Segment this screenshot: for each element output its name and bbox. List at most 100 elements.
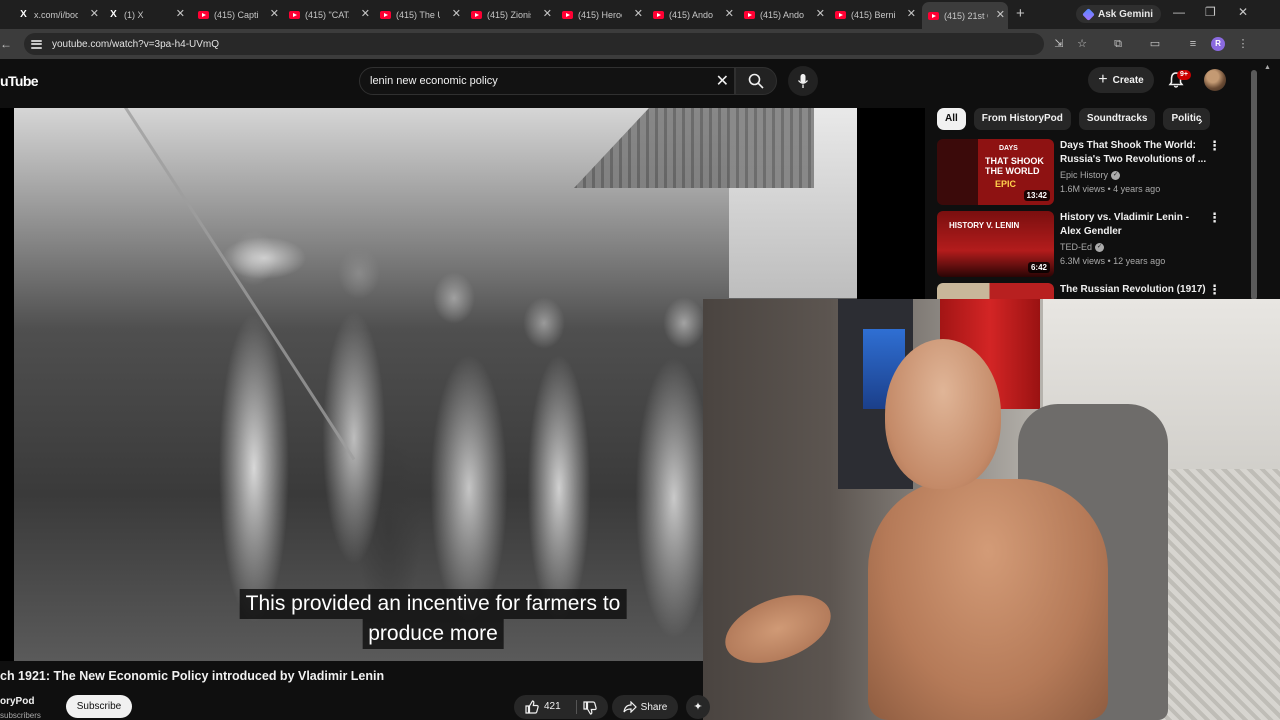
more-options-icon[interactable]: ⋮ [1208, 139, 1221, 153]
recommendation-title[interactable]: Days That Shook The World: Russia's Two … [1060, 139, 1210, 167]
recommendation-item[interactable]: HISTORY V. LENIN 6:42 History vs. Vladim… [937, 211, 1237, 277]
x-icon: X [20, 9, 27, 20]
new-tab-icon[interactable]: + [1016, 5, 1025, 22]
tab-title: (415) Andor [760, 9, 804, 20]
video-thumbnail[interactable]: HISTORY V. LENIN 6:42 [937, 211, 1054, 277]
youtube-icon [198, 9, 209, 20]
browser-tab[interactable]: (415) The U ✕ [380, 4, 464, 25]
thumbs-up-icon[interactable] [524, 699, 540, 715]
video-captions: This provided an incentive for farmers t… [239, 589, 627, 649]
recommendation-title[interactable]: History vs. Vladimir Lenin - Alex Gendle… [1060, 211, 1210, 239]
close-tab-icon[interactable]: ✕ [270, 7, 279, 20]
webcam-person-head [885, 339, 1001, 489]
recommendation-meta: 1.6M views • 4 years ago [1060, 184, 1161, 194]
browser-tab[interactable]: (415) "CATA ✕ [289, 4, 373, 25]
chevron-right-icon[interactable]: › [1198, 112, 1203, 128]
verified-check-icon: ✓ [1111, 170, 1121, 180]
recommendation-item[interactable]: The Russian Revolution (1917) ⋮ [937, 283, 1237, 299]
thumbs-down-icon[interactable] [582, 700, 598, 716]
verified-check-icon: ✓ [1095, 242, 1105, 252]
create-button[interactable]: + Create [1088, 67, 1154, 93]
video-barn-roof [574, 108, 814, 188]
recommendation-item[interactable]: DAYS THAT SHOOK THE WORLD EPIC 13:42 Day… [937, 139, 1237, 205]
site-info-icon[interactable] [31, 39, 42, 49]
restore-icon[interactable]: ❐ [1205, 5, 1216, 19]
video-title: ch 1921: The New Economic Policy introdu… [0, 669, 385, 683]
browser-tab[interactable]: (415) Andor ✕ [653, 4, 737, 25]
close-tab-icon[interactable]: ✕ [90, 7, 99, 20]
tab-title: (415) Captions [214, 9, 258, 20]
more-options-icon[interactable]: ⋮ [1208, 211, 1221, 225]
extensions-icon[interactable]: ⧉ [1111, 37, 1125, 51]
thumbnail-text: THAT SHOOK THE WORLD [985, 156, 1044, 176]
browser-tab[interactable]: (415) Andor ✕ [744, 4, 828, 25]
video-thumbnail[interactable] [937, 283, 1054, 299]
tab-title: (415) Bernie [851, 9, 895, 20]
duration-badge: 13:42 [1023, 190, 1050, 201]
browser-tab-active[interactable]: (415) 21st C ✕ [922, 2, 1008, 29]
recommendation-channel[interactable]: TED-Ed ✓ [1060, 242, 1105, 252]
chip-from-historypod[interactable]: From HistoryPod [973, 108, 1071, 130]
search-input[interactable]: lenin new economic policy ✕ [359, 67, 735, 95]
channel-name[interactable]: oryPod [0, 696, 34, 707]
profile-avatar[interactable]: R [1211, 37, 1225, 51]
close-tab-icon[interactable]: ✕ [725, 7, 734, 20]
scroll-up-icon[interactable]: ▲ [1264, 64, 1271, 71]
close-tab-icon[interactable]: ✕ [907, 7, 916, 20]
account-avatar[interactable] [1204, 69, 1226, 91]
ask-gemini-button[interactable]: Ask Gemini [1076, 5, 1162, 23]
browser-menu-icon[interactable]: ⋮ [1236, 37, 1250, 51]
close-tab-icon[interactable]: ✕ [361, 7, 370, 20]
close-tab-icon[interactable]: ✕ [816, 7, 825, 20]
browser-tab[interactable]: (415) Captions ✕ [198, 4, 282, 25]
more-options-icon[interactable]: ⋮ [1208, 283, 1221, 297]
browser-tab[interactable]: (415) Heroes ✕ [562, 4, 646, 25]
minimize-icon[interactable]: — [1173, 5, 1185, 19]
recommendation-channel[interactable]: Epic History ✓ [1060, 170, 1121, 180]
webcam-person-body [868, 479, 1108, 720]
tab-title: x.com/i/bookmarks [34, 9, 78, 20]
subscribe-button[interactable]: Subscribe [66, 695, 132, 718]
like-divider [576, 700, 577, 714]
sparkle-ask-icon[interactable]: ✦ [686, 695, 710, 719]
media-controls-icon[interactable]: ≡ [1186, 37, 1200, 51]
video-scythe [124, 108, 356, 461]
chip-all[interactable]: All [937, 108, 966, 130]
tab-title: (415) The U [396, 9, 440, 20]
install-icon[interactable]: ⇲ [1052, 37, 1066, 51]
url-text: youtube.com/watch?v=3pa-h4-UVmQ [52, 38, 220, 50]
bookmark-star-icon[interactable]: ☆ [1075, 37, 1089, 51]
chip-soundtracks[interactable]: Soundtracks [1078, 108, 1156, 130]
browser-tab[interactable]: X (1) X ✕ [108, 4, 188, 25]
tab-title: (415) "CATA [305, 9, 349, 20]
recommendation-meta: 6.3M views • 12 years ago [1060, 256, 1166, 266]
like-count: 421 [544, 701, 561, 712]
duration-badge: 6:42 [1027, 262, 1050, 273]
page-scrollbar-thumb[interactable] [1251, 70, 1257, 300]
sidebar-icon[interactable]: ▭ [1148, 37, 1162, 51]
clear-search-icon[interactable]: ✕ [716, 71, 729, 91]
browser-tab[interactable]: (415) Zionis ✕ [471, 4, 555, 25]
share-arrow-icon [623, 701, 637, 713]
back-icon[interactable]: ← [0, 37, 12, 51]
browser-tab[interactable]: X x.com/i/bookmarks ✕ [18, 4, 102, 25]
share-button[interactable]: Share [612, 695, 678, 719]
tab-title: (415) 21st C [944, 10, 988, 21]
browser-tab[interactable]: (415) Bernie ✕ [835, 4, 919, 25]
search-button[interactable] [735, 67, 777, 95]
voice-search-button[interactable] [788, 66, 818, 96]
tab-title: (1) X [124, 9, 144, 20]
close-tab-icon[interactable]: ✕ [634, 7, 643, 20]
close-tab-icon[interactable]: ✕ [176, 7, 185, 20]
close-window-icon[interactable]: ✕ [1238, 5, 1248, 19]
video-thumbnail[interactable]: DAYS THAT SHOOK THE WORLD EPIC 13:42 [937, 139, 1054, 205]
youtube-icon [835, 9, 846, 20]
youtube-logo[interactable]: uTube [0, 73, 39, 89]
ask-gemini-label: Ask Gemini [1098, 8, 1154, 20]
close-tab-icon[interactable]: ✕ [996, 8, 1005, 21]
recommendation-title[interactable]: The Russian Revolution (1917) [1060, 283, 1210, 297]
close-tab-icon[interactable]: ✕ [543, 7, 552, 20]
tab-title: (415) Heroes [578, 9, 622, 20]
close-tab-icon[interactable]: ✕ [452, 7, 461, 20]
url-field[interactable]: youtube.com/watch?v=3pa-h4-UVmQ [24, 33, 1044, 55]
